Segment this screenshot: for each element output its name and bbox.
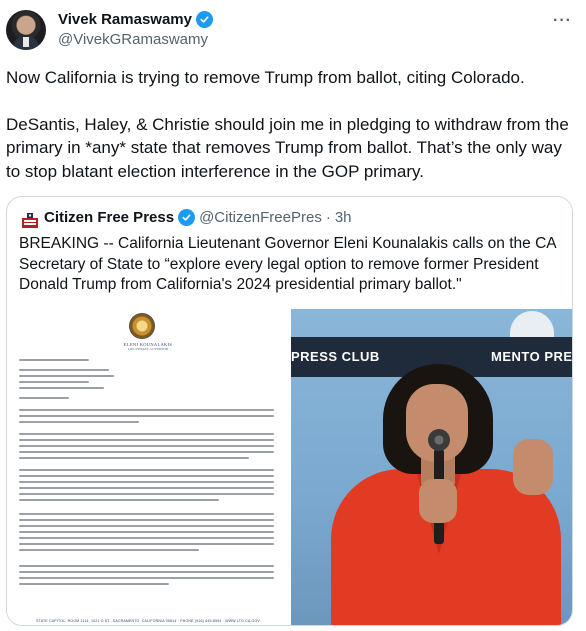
letter-text-line bbox=[19, 359, 89, 361]
letter-text-line bbox=[19, 493, 274, 495]
quote-timestamp[interactable]: 3h bbox=[335, 209, 352, 226]
speaker-photo[interactable]: PRESS CLUB MENTO PRESS C bbox=[291, 309, 573, 625]
quoted-tweet[interactable]: Citizen Free Press @CitizenFreePres · 3h… bbox=[6, 196, 573, 626]
more-icon[interactable]: ··· bbox=[553, 12, 572, 30]
letter-text-line bbox=[19, 475, 274, 477]
letter-text-line bbox=[19, 375, 114, 377]
letter-text-line bbox=[19, 487, 274, 489]
tweet-text: Now California is trying to remove Trump… bbox=[6, 66, 576, 206]
quote-author-name[interactable]: Citizen Free Press bbox=[44, 209, 174, 226]
letter-text-line bbox=[19, 499, 219, 501]
letter-text-line bbox=[19, 537, 274, 539]
author-handle[interactable]: @VivekGRamaswamy bbox=[58, 31, 208, 48]
letter-text-line bbox=[19, 381, 89, 383]
letter-text-line bbox=[19, 439, 274, 441]
letter-text-line bbox=[19, 481, 274, 483]
banner-text-left: PRESS CLUB bbox=[291, 349, 380, 364]
letter-text-line bbox=[19, 421, 139, 423]
microphone-icon bbox=[428, 429, 450, 451]
letter-text-line bbox=[19, 415, 274, 417]
letter-text-line bbox=[19, 531, 274, 533]
letter-text-line bbox=[19, 469, 274, 471]
tweet-paragraph: Now California is trying to remove Trump… bbox=[6, 68, 525, 87]
letter-text-line bbox=[19, 549, 199, 551]
banner-text-right: MENTO PRESS C bbox=[491, 349, 573, 364]
letter-text-line bbox=[19, 525, 274, 527]
letter-text-line bbox=[19, 543, 274, 545]
separator-dot: · bbox=[325, 209, 331, 226]
speaker-raised-hand bbox=[513, 439, 553, 495]
citizen-free-press-logo-icon bbox=[19, 209, 41, 231]
author-name[interactable]: Vivek Ramaswamy bbox=[58, 11, 192, 28]
verified-badge-icon bbox=[178, 209, 196, 226]
letter-text-line bbox=[19, 387, 104, 389]
letter-officer-title: LIEUTENANT GOVERNOR bbox=[128, 347, 168, 351]
letter-text-line bbox=[19, 519, 274, 521]
letter-text-line bbox=[19, 457, 249, 459]
letter-text-line bbox=[19, 397, 69, 399]
letter-text-line bbox=[19, 571, 274, 573]
letter-text-line bbox=[19, 409, 274, 411]
verified-badge-icon bbox=[195, 11, 213, 28]
quote-text: BREAKING -- California Lieutenant Govern… bbox=[19, 235, 556, 293]
capitol-dome-icon bbox=[510, 311, 554, 337]
california-seal-icon bbox=[129, 313, 155, 339]
letter-text-line bbox=[19, 565, 274, 567]
speaker-hand bbox=[419, 479, 457, 523]
letter-text-line bbox=[19, 513, 274, 515]
letter-text-line bbox=[19, 577, 274, 579]
letter-footer: STATE CAPITOL, ROOM 1114, 1021 O ST., SA… bbox=[36, 619, 260, 623]
author-name-row[interactable]: Vivek Ramaswamy bbox=[58, 11, 213, 28]
quote-media[interactable]: ELENI KOUNALAKIS LIEUTENANT GOVERNOR STA… bbox=[7, 309, 573, 625]
letter-text-line bbox=[19, 369, 109, 371]
quote-header[interactable]: Citizen Free Press @CitizenFreePres · 3h bbox=[44, 209, 352, 226]
quote-author-handle[interactable]: @CitizenFreePres bbox=[199, 209, 322, 226]
letter-text-line bbox=[19, 445, 274, 447]
tweet[interactable]: Vivek Ramaswamy @VivekGRamaswamy ··· Now… bbox=[0, 0, 586, 631]
letter-text-line bbox=[19, 451, 274, 453]
letter-text-line bbox=[19, 583, 169, 585]
tweet-paragraph: DeSantis, Haley, & Christie should join … bbox=[6, 114, 569, 181]
letter-text-line bbox=[19, 433, 274, 435]
avatar[interactable] bbox=[6, 10, 46, 50]
letter-image[interactable]: ELENI KOUNALAKIS LIEUTENANT GOVERNOR STA… bbox=[7, 309, 289, 625]
